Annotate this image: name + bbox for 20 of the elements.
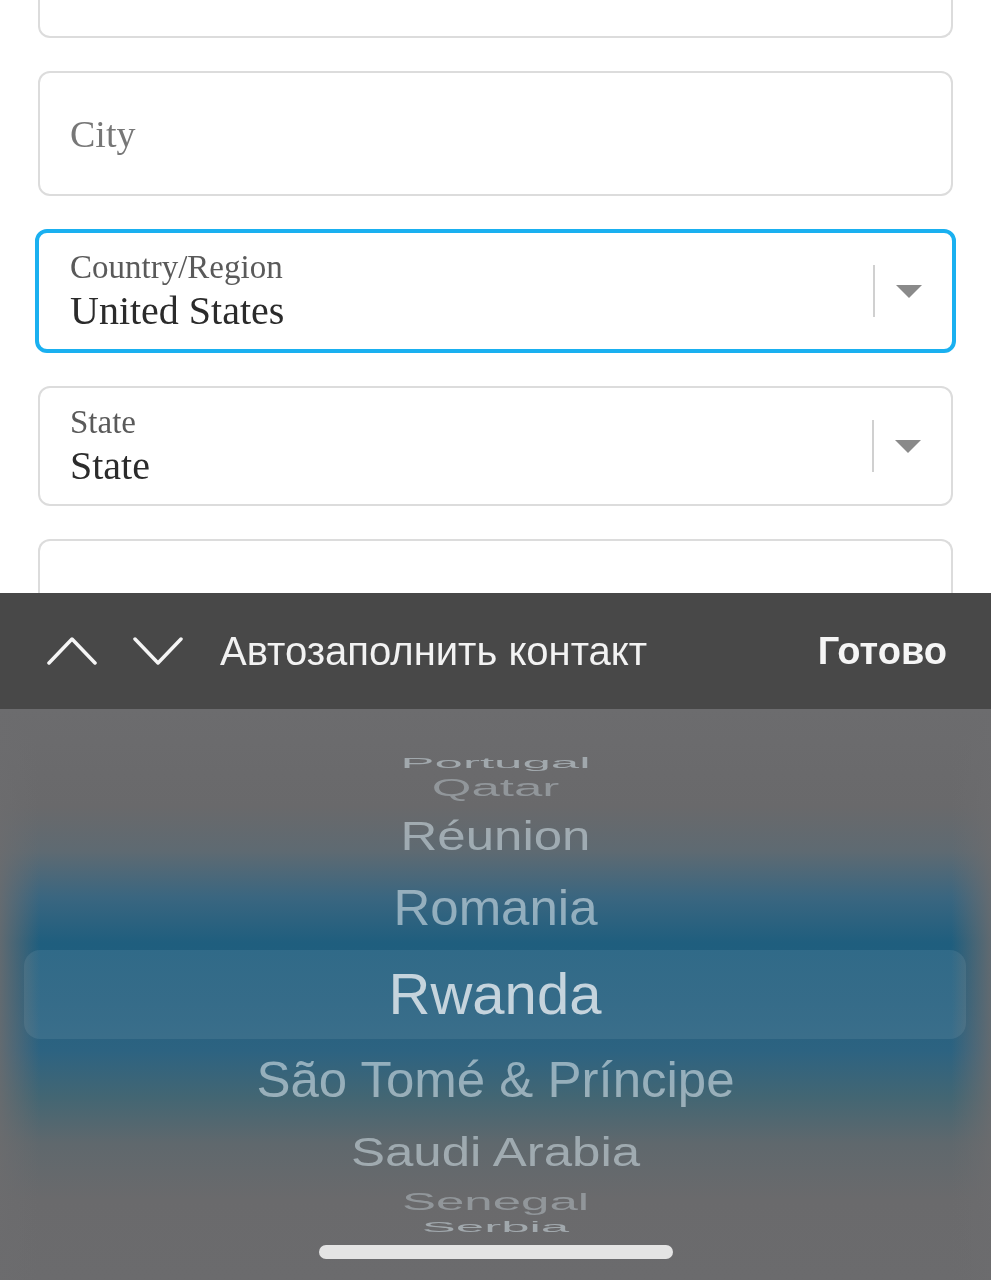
input-field[interactable]: City [38,71,953,196]
autofill-button[interactable]: Автозаполнить контакт [220,628,648,674]
caret-icon [896,284,922,298]
done-button[interactable]: Готово [817,629,947,673]
picker-option[interactable]: Romania [393,884,598,934]
next-button[interactable] [133,637,183,665]
caret-icon [895,439,921,453]
select-field[interactable]: State State [38,386,953,506]
picker-option[interactable]: Rwanda [388,965,602,1024]
input-field[interactable] [38,0,953,38]
picker-option[interactable]: Serbia [421,1218,570,1234]
picker-option[interactable]: Saudi Arabia [350,1132,641,1173]
picker-option[interactable]: Portugal [400,755,591,771]
previous-button[interactable] [47,637,97,665]
picker-option[interactable]: São Tomé & Príncipe [256,1055,735,1105]
chevron-up-icon [47,637,97,665]
select-field[interactable]: Country/Region United States [35,229,956,353]
input-field[interactable] [38,539,953,593]
chevron-down-icon [133,637,183,665]
picker-option[interactable]: Réunion [400,815,591,857]
